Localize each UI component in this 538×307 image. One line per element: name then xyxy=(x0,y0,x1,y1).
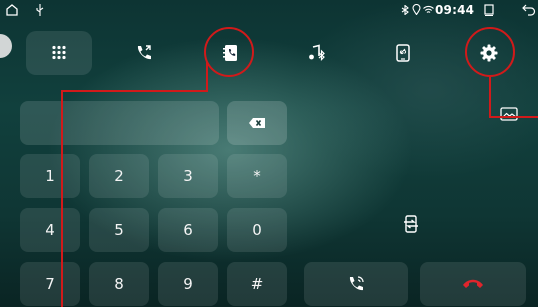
recent-apps-icon[interactable] xyxy=(484,4,494,16)
backspace-button[interactable] xyxy=(227,101,287,145)
wifi-icon xyxy=(423,5,434,13)
dialpad-key-8[interactable]: 8 xyxy=(89,262,149,306)
annotation-line xyxy=(61,91,63,307)
dialpad-key-3[interactable]: 3 xyxy=(158,154,218,198)
phone-hangup-icon xyxy=(463,279,483,288)
annotation-line xyxy=(489,116,538,118)
dialpad-key-0[interactable]: 0 xyxy=(227,208,287,252)
side-drawer-handle[interactable] xyxy=(0,34,12,58)
location-icon xyxy=(412,4,421,15)
call-button[interactable] xyxy=(304,262,408,306)
dialpad-icon xyxy=(52,45,66,60)
tab-dialpad[interactable] xyxy=(26,31,92,75)
annotation-circle-contacts xyxy=(204,27,254,77)
status-bar: 09:44 xyxy=(0,0,538,20)
tab-call-log[interactable] xyxy=(111,31,177,75)
dialpad-key-5[interactable]: 5 xyxy=(89,208,149,252)
dialpad-key-2[interactable]: 2 xyxy=(89,154,149,198)
backspace-icon xyxy=(249,118,265,128)
dialpad-key-star[interactable]: * xyxy=(227,154,287,198)
dialpad-key-hash[interactable]: # xyxy=(227,262,287,306)
audio-transfer-icon[interactable] xyxy=(404,215,418,233)
usb-icon xyxy=(36,4,44,16)
annotation-line xyxy=(61,90,208,92)
annotation-line xyxy=(489,77,491,117)
dialpad-key-1[interactable]: 1 xyxy=(20,154,80,198)
annotation-line xyxy=(206,62,208,92)
status-clock: 09:44 xyxy=(435,3,475,17)
back-icon[interactable] xyxy=(522,4,536,16)
hangup-button[interactable] xyxy=(420,262,526,306)
phone-call-icon xyxy=(349,276,364,291)
dialpad-key-7[interactable]: 7 xyxy=(20,262,80,306)
tab-phone-link[interactable] xyxy=(370,31,436,75)
dial-number-input[interactable] xyxy=(20,101,219,145)
annotation-circle-settings xyxy=(465,27,515,77)
tab-bluetooth-music[interactable] xyxy=(284,31,350,75)
dialpad-key-9[interactable]: 9 xyxy=(158,262,218,306)
wallpaper-icon[interactable] xyxy=(500,107,518,121)
call-log-icon xyxy=(137,45,151,60)
bluetooth-icon xyxy=(401,5,409,15)
dialpad-key-6[interactable]: 6 xyxy=(158,208,218,252)
home-icon[interactable] xyxy=(6,4,18,16)
dialpad-key-4[interactable]: 4 xyxy=(20,208,80,252)
phone-link-icon xyxy=(396,44,410,62)
bluetooth-music-icon xyxy=(309,44,325,61)
